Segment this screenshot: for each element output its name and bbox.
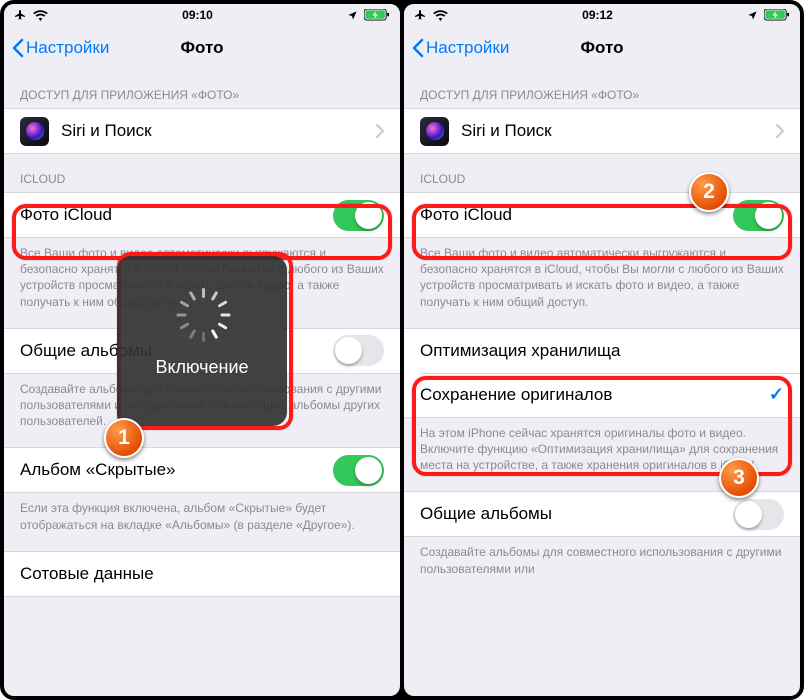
airplane-icon <box>14 9 27 21</box>
spinner-icon <box>185 305 219 339</box>
keep-orig-label: Сохранение оригиналов <box>420 385 769 405</box>
toggle-icloud-photo[interactable] <box>333 200 384 231</box>
nav-bar: Настройки Фото <box>404 26 800 70</box>
siri-icon <box>20 117 49 146</box>
row-siri-search[interactable]: Siri и Поиск <box>4 109 400 153</box>
status-time: 09:12 <box>582 8 613 22</box>
icloud-photo-label: Фото iCloud <box>420 205 733 225</box>
icloud-photo-label: Фото iCloud <box>20 205 333 225</box>
section-header-icloud: ICLOUD <box>404 154 800 192</box>
toggle-hidden[interactable] <box>333 455 384 486</box>
section-header-app: ДОСТУП ДЛЯ ПРИЛОЖЕНИЯ «ФОТО» <box>404 70 800 108</box>
row-shared-albums[interactable]: Общие альбомы <box>404 492 800 536</box>
wifi-icon <box>33 10 48 21</box>
chevron-right-icon <box>776 124 784 138</box>
optimize-label: Оптимизация хранилища <box>420 341 784 361</box>
nav-bar: Настройки Фото <box>4 26 400 70</box>
back-button[interactable]: Настройки <box>412 38 509 58</box>
toggle-shared[interactable] <box>333 335 384 366</box>
status-bar: 09:10 <box>4 4 400 26</box>
battery-icon <box>364 9 390 21</box>
badge-1: 1 <box>104 418 144 458</box>
location-icon <box>747 10 758 21</box>
status-bar: 09:12 <box>404 4 800 26</box>
hidden-footer: Если эта функция включена, альбом «Скрыт… <box>4 493 400 532</box>
siri-label: Siri и Поиск <box>61 121 376 141</box>
airplane-icon <box>414 9 427 21</box>
phone-right: 09:12 Настройки Фото ДОСТУП ДЛЯ ПРИЛОЖЕН… <box>404 4 800 696</box>
overlay-text: Включение <box>155 357 248 378</box>
checkmark-icon: ✓ <box>769 384 784 405</box>
section-header-icloud: ICLOUD <box>4 154 400 192</box>
content: ДОСТУП ДЛЯ ПРИЛОЖЕНИЯ «ФОТО» Siri и Поис… <box>404 70 800 696</box>
row-cellular[interactable]: Сотовые данные <box>4 552 400 596</box>
back-label: Настройки <box>426 38 509 58</box>
row-siri-search[interactable]: Siri и Поиск <box>404 109 800 153</box>
location-icon <box>347 10 358 21</box>
chevron-right-icon <box>376 124 384 138</box>
chevron-left-icon <box>412 38 424 58</box>
phone-left: 09:10 Настройки Фото ДОСТУП ДЛЯ ПРИЛОЖЕН… <box>4 4 400 696</box>
row-optimize-storage[interactable]: Оптимизация хранилища <box>404 329 800 373</box>
wifi-icon <box>433 10 448 21</box>
section-header-app: ДОСТУП ДЛЯ ПРИЛОЖЕНИЯ «ФОТО» <box>4 70 400 108</box>
shared-label: Общие альбомы <box>420 504 733 524</box>
badge-3: 3 <box>719 458 759 498</box>
cellular-label: Сотовые данные <box>20 564 384 584</box>
status-time: 09:10 <box>182 8 213 22</box>
chevron-left-icon <box>12 38 24 58</box>
battery-icon <box>764 9 790 21</box>
row-icloud-photo[interactable]: Фото iCloud <box>4 193 400 237</box>
back-button[interactable]: Настройки <box>12 38 109 58</box>
hidden-label: Альбом «Скрытые» <box>20 460 333 480</box>
shared-footer: Создавайте альбомы для совместного испол… <box>404 537 800 576</box>
toggle-icloud-photo[interactable] <box>733 200 784 231</box>
siri-label: Siri и Поиск <box>461 121 776 141</box>
row-keep-originals[interactable]: Сохранение оригиналов ✓ <box>404 373 800 417</box>
row-icloud-photo[interactable]: Фото iCloud <box>404 193 800 237</box>
icloud-footer: Все Ваши фото и видео автоматически выгр… <box>404 238 800 310</box>
back-label: Настройки <box>26 38 109 58</box>
loading-overlay: Включение <box>117 256 287 426</box>
badge-2: 2 <box>689 172 729 212</box>
toggle-shared[interactable] <box>733 499 784 530</box>
siri-icon <box>420 117 449 146</box>
row-hidden-album[interactable]: Альбом «Скрытые» <box>4 448 400 492</box>
